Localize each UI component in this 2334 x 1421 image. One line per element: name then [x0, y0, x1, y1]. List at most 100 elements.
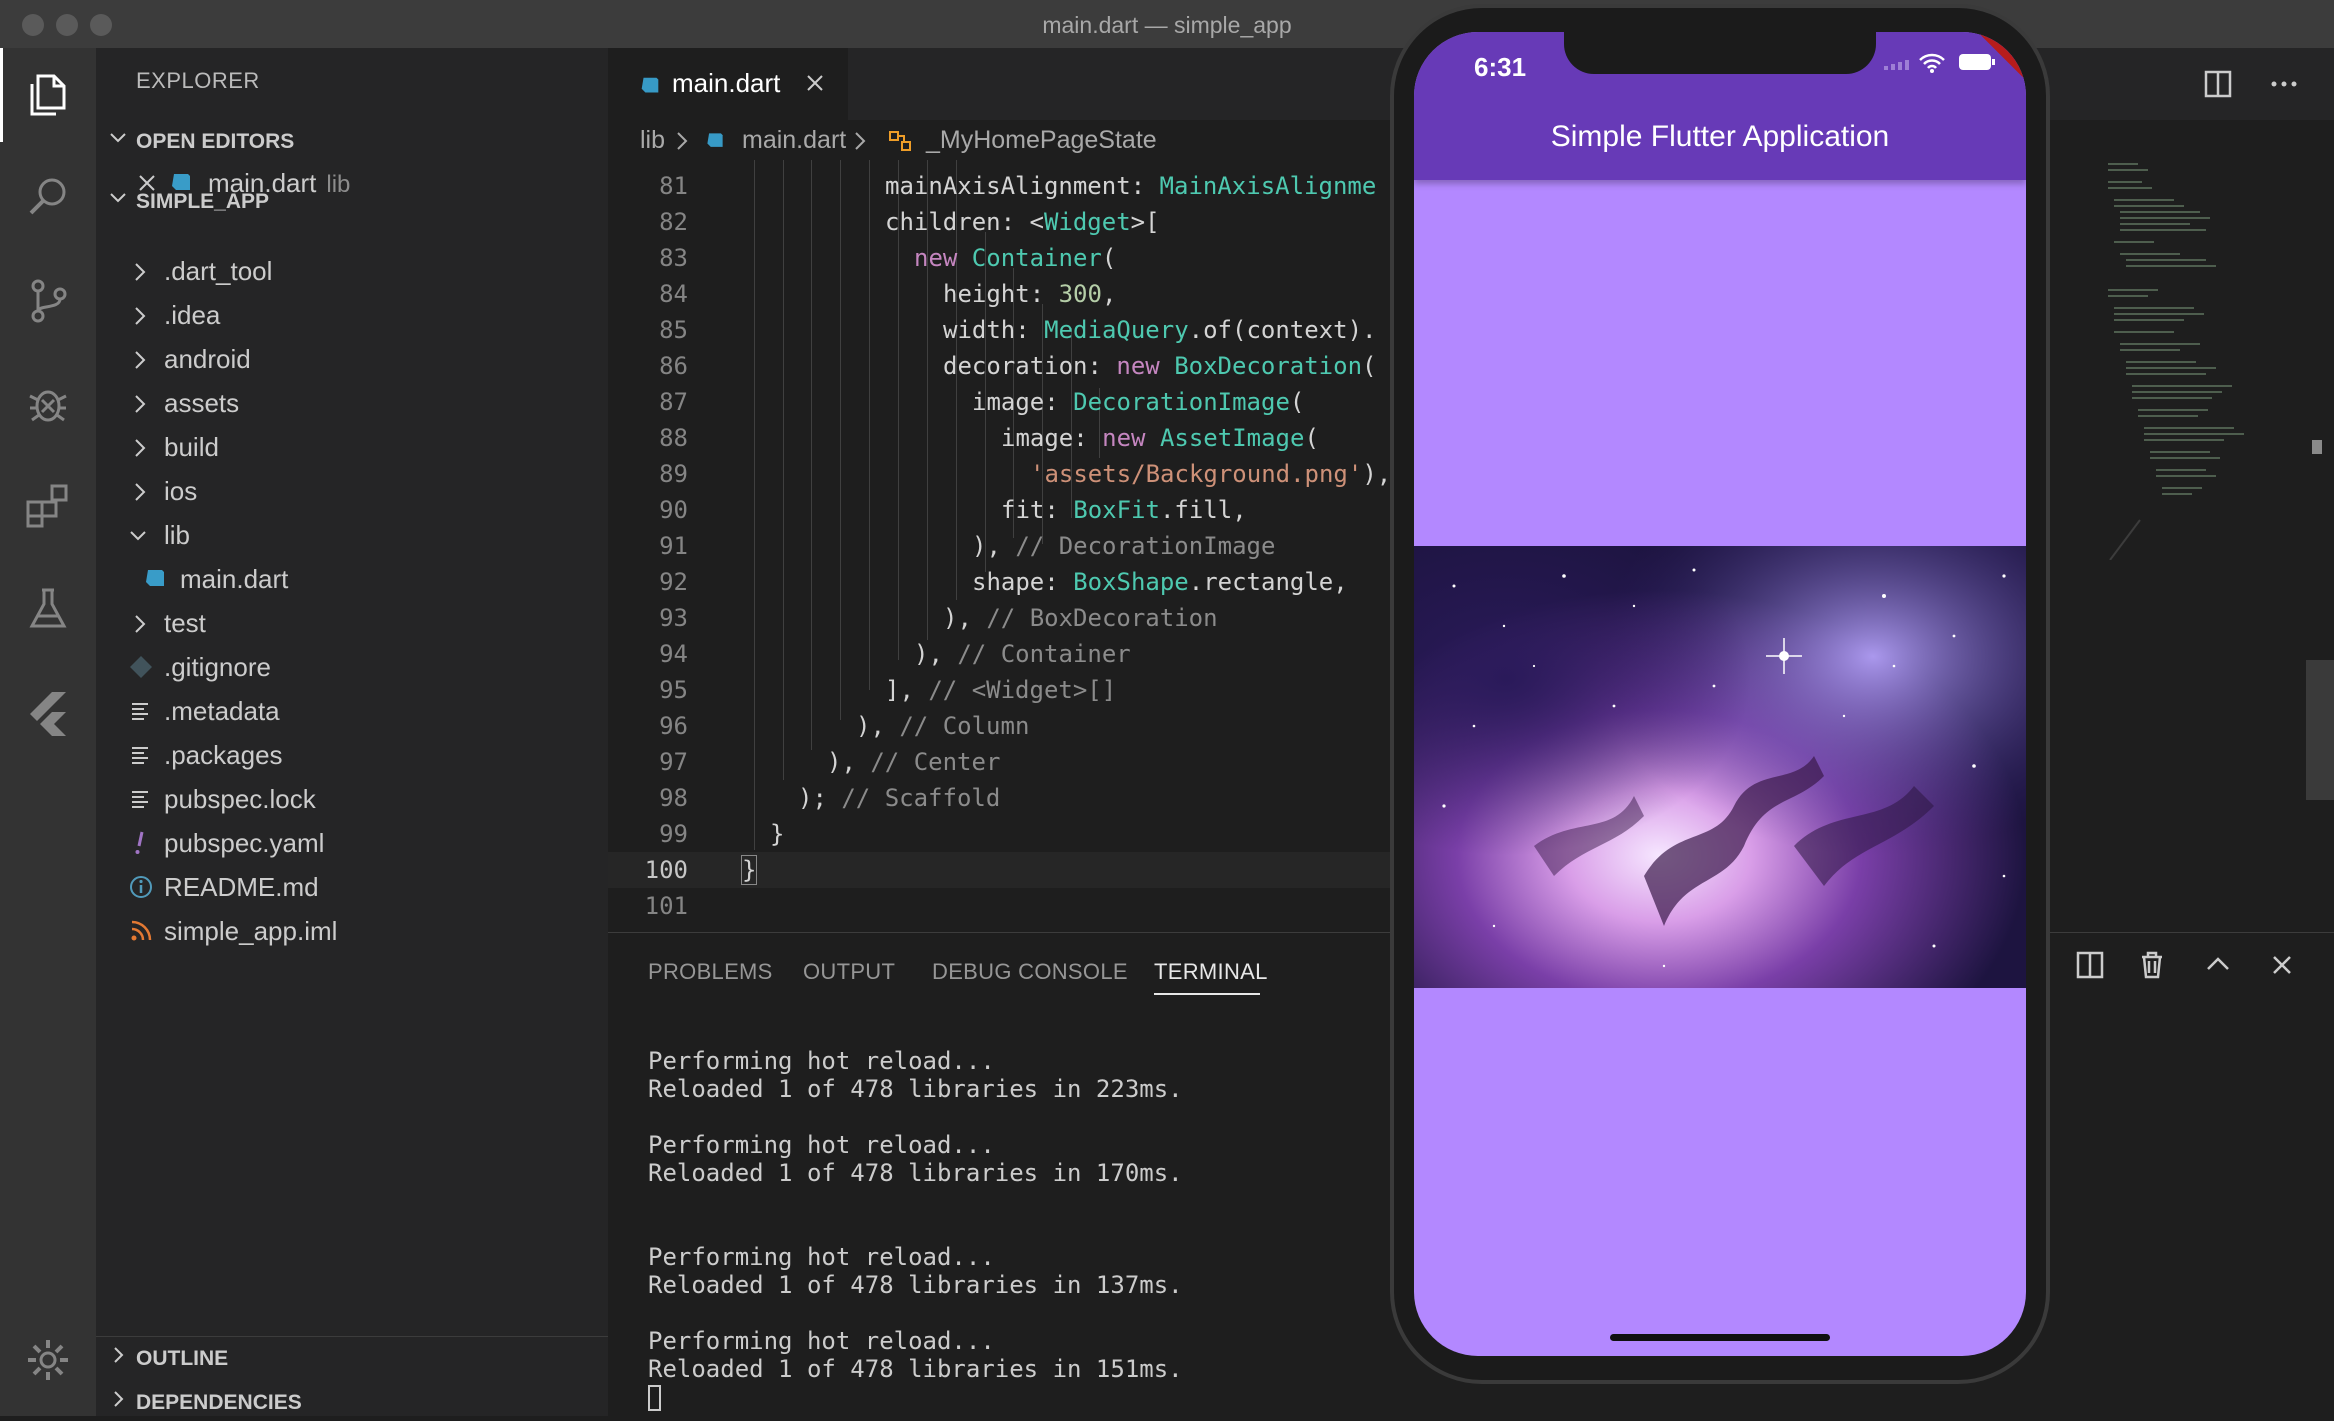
- tree-item-name: ios: [164, 476, 198, 506]
- line-number: 81: [659, 172, 688, 200]
- line-number: 99: [659, 820, 688, 848]
- line-number: 88: [659, 424, 688, 452]
- code-token: Widget: [1043, 208, 1131, 236]
- tree-item-folder[interactable]: assets: [96, 382, 608, 426]
- chevron-down-icon: [126, 524, 150, 555]
- chevron-right-icon: [130, 260, 150, 291]
- code-token: // Container: [957, 640, 1131, 668]
- battery-icon: [1958, 52, 1998, 77]
- split-terminal-icon[interactable]: [2074, 949, 2114, 989]
- breadcrumb-file[interactable]: main.dart: [742, 126, 846, 155]
- extensions-icon[interactable]: [24, 480, 72, 528]
- tree-item-file[interactable]: .metadata: [96, 690, 608, 734]
- terminal-line: Reloaded 1 of 478 libraries in 223ms.: [648, 1075, 1183, 1103]
- tree-item-file[interactable]: .gitignore: [96, 646, 608, 690]
- tree-item-folder[interactable]: android: [96, 338, 608, 382]
- tree-item-file[interactable]: .packages: [96, 734, 608, 778]
- tree-item-file[interactable]: main.dart: [96, 558, 608, 602]
- tree-item-name: .packages: [164, 740, 283, 770]
- tab-main-dart[interactable]: main.dart: [608, 48, 848, 120]
- tab-debug-console[interactable]: DEBUG CONSOLE: [932, 959, 1128, 985]
- project-section[interactable]: SIMPLE_APP: [96, 180, 608, 220]
- app-bar: 6:31 Simple Flutter Application: [1414, 32, 2026, 180]
- tab-label: main.dart: [672, 68, 781, 98]
- chevron-right-icon: [130, 348, 150, 379]
- code-token: }: [770, 820, 785, 848]
- status-time: 6:31: [1474, 52, 1527, 82]
- tree-item-folder[interactable]: test: [96, 602, 608, 646]
- line-number: 82: [659, 208, 688, 236]
- trash-icon[interactable]: [2136, 949, 2176, 989]
- close-icon[interactable]: [804, 66, 826, 101]
- line-number: 96: [659, 712, 688, 740]
- tree-item-folder[interactable]: .idea: [96, 294, 608, 338]
- code-token: ,: [1101, 280, 1117, 308]
- testing-icon[interactable]: [24, 584, 72, 632]
- tab-output[interactable]: OUTPUT: [803, 959, 895, 985]
- terminal-line: Performing hot reload...: [648, 1243, 995, 1271]
- explorer-icon[interactable]: [24, 70, 72, 118]
- simulator-screen[interactable]: 6:31 Simple Flutter Application DEBUG: [1414, 32, 2026, 1356]
- tree-item-file[interactable]: pubspec.yaml: [96, 822, 608, 866]
- chevron-right-icon: [130, 612, 150, 643]
- debug-icon[interactable]: [24, 378, 72, 426]
- code-token: new: [1116, 352, 1175, 380]
- code-token: new: [1102, 424, 1160, 452]
- source-control-icon[interactable]: [24, 276, 72, 324]
- editor-scrollbar[interactable]: [2306, 660, 2334, 800]
- tab-terminal[interactable]: TERMINAL: [1154, 959, 1268, 985]
- line-number: 94: [659, 640, 688, 668]
- tree-item-name: simple_app.iml: [164, 916, 338, 946]
- terminal-line: Performing hot reload...: [648, 1327, 995, 1355]
- info-icon: [128, 874, 154, 900]
- code-token: ],: [885, 676, 929, 704]
- chevron-down-icon: [106, 126, 130, 156]
- code-token: image:: [1001, 424, 1103, 452]
- nebula-background-image: [1414, 546, 2026, 988]
- code-token: BoxDecoration: [1174, 352, 1363, 380]
- tree-item-file[interactable]: pubspec.lock: [96, 778, 608, 822]
- tree-item-folder[interactable]: .dart_tool: [96, 250, 608, 294]
- code-token: image:: [972, 388, 1074, 416]
- code-token: MainAxisAlignme: [1159, 172, 1377, 200]
- tree-item-name: main.dart: [180, 564, 289, 594]
- split-editor-icon[interactable]: [2202, 68, 2242, 108]
- tree-item-folder[interactable]: ios: [96, 470, 608, 514]
- tree-item-folder[interactable]: build: [96, 426, 608, 470]
- open-editors-section[interactable]: OPEN EDITORS: [96, 120, 608, 160]
- dart-file-icon: [142, 566, 168, 592]
- code-token: .of(context).: [1188, 316, 1377, 344]
- minimap[interactable]: [2100, 160, 2320, 560]
- search-icon[interactable]: [24, 172, 72, 220]
- home-indicator[interactable]: [1610, 1334, 1830, 1341]
- explorer-sidebar: EXPLORER OPEN EDITORS main.dart lib SIMPL…: [96, 48, 608, 1416]
- tree-item-name: test: [164, 608, 206, 638]
- chevron-up-icon[interactable]: [2202, 949, 2242, 989]
- flutter-icon[interactable]: [24, 688, 72, 736]
- text-lines-icon: [128, 698, 154, 724]
- tree-item-file[interactable]: README.md: [96, 866, 608, 910]
- tree-item-name: .gitignore: [164, 652, 271, 682]
- code-token: // BoxDecoration: [986, 604, 1218, 632]
- code-token: // Scaffold: [841, 784, 1001, 812]
- tree-item-folder-open[interactable]: lib: [96, 514, 608, 558]
- breadcrumb-folder[interactable]: lib: [640, 126, 665, 155]
- dependencies-section[interactable]: DEPENDENCIES: [96, 1381, 608, 1421]
- tree-item-file[interactable]: simple_app.iml: [96, 910, 608, 954]
- outline-section[interactable]: OUTLINE: [96, 1337, 608, 1377]
- terminal-line: Reloaded 1 of 478 libraries in 151ms.: [648, 1355, 1183, 1383]
- tree-item-name: pubspec.lock: [164, 784, 316, 814]
- more-actions-icon[interactable]: [2268, 68, 2308, 108]
- breadcrumb-symbol[interactable]: _MyHomePageState: [926, 126, 1157, 155]
- line-number: 89: [659, 460, 688, 488]
- dart-file-icon: [704, 130, 726, 159]
- close-icon[interactable]: [2266, 949, 2306, 989]
- settings-gear-icon[interactable]: [24, 1336, 72, 1384]
- tab-problems[interactable]: PROBLEMS: [648, 959, 773, 985]
- code-token: }: [740, 855, 758, 885]
- code-token: fit:: [1001, 496, 1074, 524]
- class-symbol-icon: [886, 128, 914, 161]
- chevron-right-icon: [674, 130, 690, 159]
- chevron-right-icon: [130, 436, 150, 467]
- sidebar-bottom: OUTLINE DEPENDENCIES: [96, 1336, 608, 1414]
